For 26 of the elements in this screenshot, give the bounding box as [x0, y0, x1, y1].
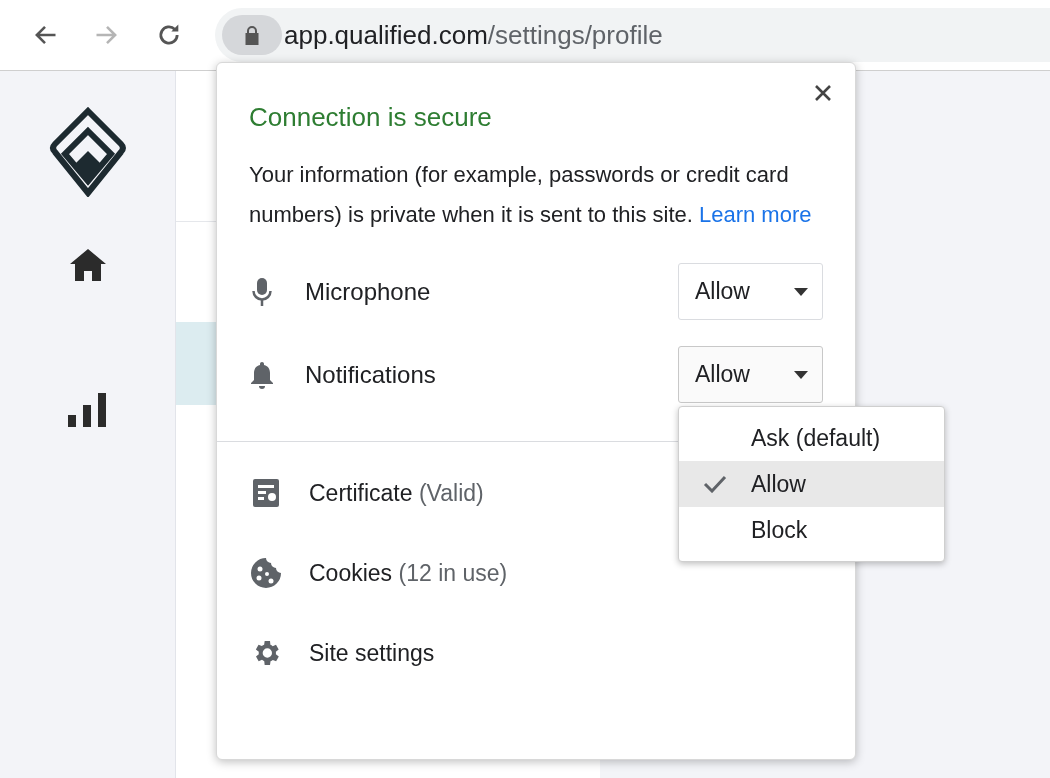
site-info-link[interactable]: Cookies (12 in use) [309, 555, 508, 591]
lock-icon [244, 25, 260, 45]
dropdown-option[interactable]: Ask (default) [679, 415, 944, 461]
cookie-icon [250, 557, 282, 589]
popup-title: Connection is secure [249, 101, 493, 134]
dropdown-option[interactable]: Allow [679, 461, 944, 507]
permission-select[interactable]: Allow [678, 263, 823, 320]
permission-label: Notifications [305, 359, 437, 390]
site-info-link[interactable]: Site settings [309, 635, 435, 671]
permission-label: Microphone [305, 276, 432, 307]
bar-chart-icon[interactable] [67, 393, 108, 427]
certificate-icon [252, 478, 280, 508]
learn-more-link[interactable]: Learn more [699, 202, 812, 227]
permission-select[interactable]: Allow [678, 346, 823, 403]
site-info-link[interactable]: Certificate (Valid) [309, 475, 484, 511]
description-text: Your information (for example, passwords or credit card numbers) is private when it is sent to this site. Learn more [249, 161, 813, 229]
close-icon [814, 84, 832, 102]
bell-icon [249, 359, 275, 390]
caret-icon [794, 287, 808, 296]
logo-icon [48, 107, 127, 197]
home-icon[interactable] [68, 247, 107, 283]
dropdown-option[interactable]: Block [679, 507, 944, 553]
lock-button[interactable] [222, 15, 282, 55]
check-icon [703, 475, 727, 493]
microphone-icon [252, 276, 272, 307]
caret-icon [794, 370, 808, 379]
